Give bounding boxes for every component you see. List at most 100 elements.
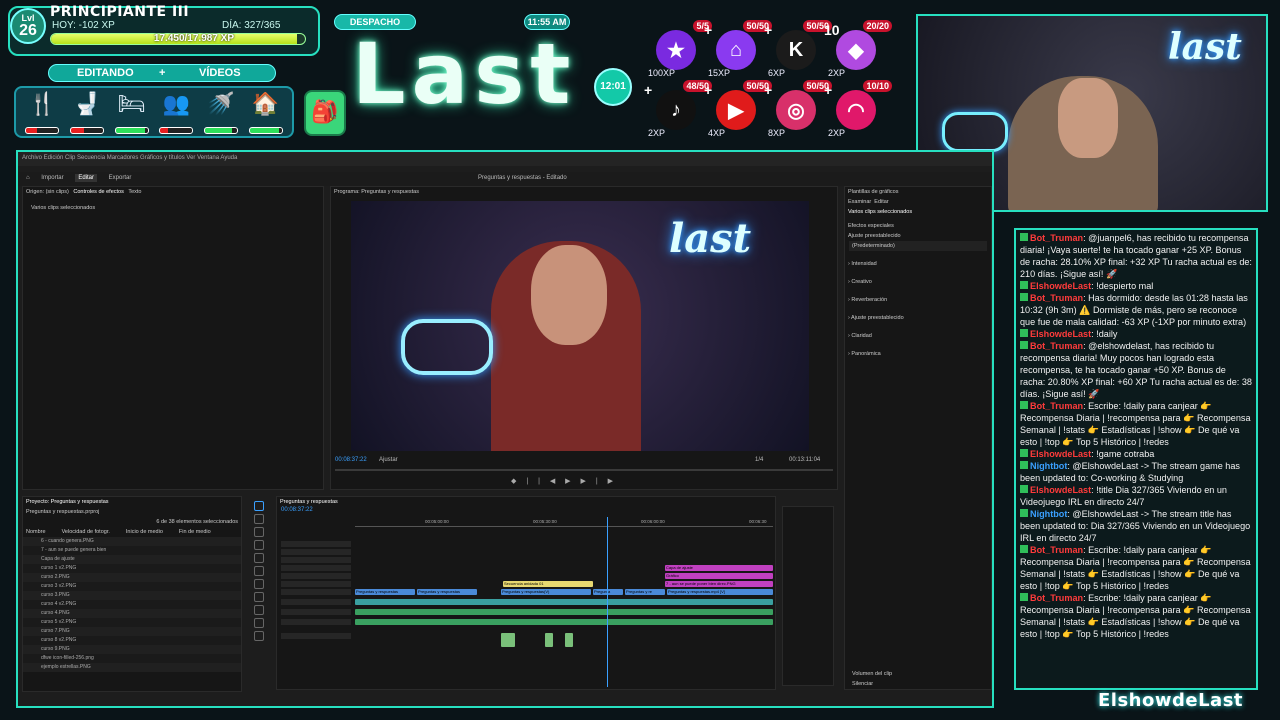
timeline-clip[interactable]: Secuencia anidada 01 — [503, 581, 593, 587]
timeline-clip[interactable]: Preguntas y re — [625, 589, 665, 595]
chat-username[interactable]: Bot_Truman — [1030, 293, 1083, 303]
project-item[interactable]: curso 2.PNG — [23, 573, 241, 582]
chat-username[interactable]: Nightbot — [1030, 509, 1067, 519]
chat-username[interactable]: Bot_Truman — [1030, 401, 1083, 411]
tool-button[interactable] — [254, 527, 264, 537]
project-title[interactable]: Proyecto: Preguntas y respuestas — [23, 497, 241, 507]
tool-button[interactable] — [254, 501, 264, 511]
col-end[interactable]: Fin de medio — [179, 529, 211, 535]
menu-bar[interactable]: Archivo Edición Clip Secuencia Marcadore… — [18, 152, 992, 166]
timeline-clip[interactable]: Preguntas y respuestas(V) — [501, 589, 591, 595]
col-fps[interactable]: Velocidad de fotogr. — [62, 529, 110, 535]
transport-controls[interactable]: ◆ | | ◀ ▶ ▶ | ▶ — [511, 477, 617, 485]
project-item[interactable]: curso 7.PNG — [23, 627, 241, 636]
tab-editar-essential[interactable]: Editar — [874, 199, 888, 205]
tool-button[interactable] — [254, 618, 264, 628]
sequence-tab[interactable]: Preguntas y respuestas — [277, 497, 775, 507]
tool-button[interactable] — [254, 592, 264, 602]
tool-button[interactable] — [254, 540, 264, 550]
clip-volume-label[interactable]: Volumen del clip — [849, 669, 895, 679]
timeline-clip[interactable]: Gráfico — [665, 573, 773, 579]
chat-username[interactable]: ElshowdeLast — [1030, 449, 1091, 459]
project-item[interactable]: ejemplo estrellas.PNG — [23, 663, 241, 672]
essential-section[interactable]: › Claridad — [845, 331, 991, 341]
track-header[interactable] — [281, 565, 351, 571]
program-duration: 00:13:11:04 — [789, 457, 821, 463]
chat-username[interactable]: Nightbot — [1030, 461, 1067, 471]
project-item[interactable]: 7 - aun se puede genera bien — [23, 546, 241, 555]
tab-editar[interactable]: Editar — [75, 174, 97, 182]
essential-section[interactable]: › Reverberación — [845, 295, 991, 305]
timeline-clip[interactable]: 7 - aun se puede poner bien direc.PNG — [665, 581, 773, 587]
timeline-clip[interactable]: Preguntas y respuestas — [417, 589, 477, 595]
essential-section[interactable]: › Panorámica — [845, 349, 991, 359]
track-header[interactable] — [281, 541, 351, 547]
preset-select[interactable]: (Predeterminado) — [849, 241, 987, 251]
playhead[interactable] — [607, 517, 608, 687]
project-item[interactable]: curso 4 v2.PNG — [23, 600, 241, 609]
ruler-tick: 00:06:00:00 — [641, 519, 665, 524]
project-item[interactable]: curso 3 v2.PNG — [23, 582, 241, 591]
chat-username[interactable]: Bot_Truman — [1030, 593, 1083, 603]
col-start[interactable]: Inicio de medio — [126, 529, 163, 535]
program-scrubber[interactable] — [335, 469, 833, 471]
project-item[interactable]: curso 9.PNG — [23, 645, 241, 654]
essential-section[interactable]: › Creativo — [845, 277, 991, 287]
timeline-clip[interactable] — [501, 633, 515, 647]
col-name[interactable]: Nombre — [26, 529, 46, 535]
project-item[interactable]: curso 1 v2.PNG — [23, 564, 241, 573]
tool-button[interactable] — [254, 514, 264, 524]
source-tab[interactable]: Origen: (sin clips) — [26, 189, 69, 195]
chat-username[interactable]: ElshowdeLast — [1030, 281, 1091, 291]
track-header[interactable] — [281, 599, 351, 605]
timeline-clip[interactable] — [355, 609, 773, 615]
project-item[interactable]: dfwe icon-filled-256.png — [23, 654, 241, 663]
tab-exportar[interactable]: Exportar — [109, 175, 132, 181]
project-item[interactable]: curso 8 v2.PNG — [23, 636, 241, 645]
project-item[interactable]: curso 5 v2.PNG — [23, 618, 241, 627]
track-header[interactable] — [281, 619, 351, 625]
timeline-clip[interactable] — [355, 619, 773, 625]
fit-select[interactable]: Ajustar — [379, 457, 398, 463]
timeline-clip[interactable]: Capa de ajuste — [665, 565, 773, 571]
mute-label[interactable]: Silenciar — [849, 679, 876, 689]
timeline-clip[interactable] — [545, 633, 553, 647]
home-icon[interactable]: ⌂ — [26, 175, 30, 181]
chat-username[interactable]: Bot_Truman — [1030, 341, 1083, 351]
project-item[interactable]: Capa de ajuste — [23, 555, 241, 564]
timeline-clip[interactable]: Preguntas y respuestas.mp4 [V] — [667, 589, 773, 595]
tool-button[interactable] — [254, 605, 264, 615]
tab-examinar[interactable]: Examinar — [848, 199, 871, 205]
tab-importar[interactable]: Importar — [41, 175, 63, 181]
essential-section[interactable]: › Ajuste preestablecido — [845, 313, 991, 323]
timeline-clip[interactable] — [565, 633, 573, 647]
track-header[interactable] — [281, 549, 351, 555]
track-header[interactable] — [281, 557, 351, 563]
text-tab[interactable]: Texto — [128, 189, 141, 195]
sequence-timecode[interactable]: 00:08:37:22 — [281, 507, 313, 513]
time-ruler[interactable]: 00:05:00:00 00:05:30:00 00:06:00:00 00:06:3… — [355, 519, 773, 527]
track-header[interactable] — [281, 581, 351, 587]
program-timecode[interactable]: 00:08:37:22 — [335, 457, 367, 463]
tool-button[interactable] — [254, 553, 264, 563]
timeline-clip[interactable]: Pregunta — [593, 589, 623, 595]
timeline-clip[interactable]: Preguntas y respuestas — [355, 589, 415, 595]
resolution-select[interactable]: 1/4 — [755, 457, 763, 463]
project-item[interactable]: curso 3.PNG — [23, 591, 241, 600]
chat-username[interactable]: ElshowdeLast — [1030, 329, 1091, 339]
effects-controls-tab[interactable]: Controles de efectos — [73, 189, 123, 195]
chat-username[interactable]: ElshowdeLast — [1030, 485, 1091, 495]
essential-section[interactable]: › Intensidad — [845, 259, 991, 269]
track-header[interactable] — [281, 633, 351, 639]
tool-button[interactable] — [254, 579, 264, 589]
track-header[interactable] — [281, 573, 351, 579]
tool-button[interactable] — [254, 566, 264, 576]
timeline-clip[interactable] — [355, 599, 773, 605]
chat-username[interactable]: Bot_Truman — [1030, 545, 1083, 555]
chat-username[interactable]: Bot_Truman — [1030, 233, 1083, 243]
track-header[interactable] — [281, 589, 351, 595]
project-item[interactable]: curso 4.PNG — [23, 609, 241, 618]
track-header[interactable] — [281, 609, 351, 615]
tool-button[interactable] — [254, 631, 264, 641]
project-item[interactable]: 6 - cuando genera.PNG — [23, 537, 241, 546]
